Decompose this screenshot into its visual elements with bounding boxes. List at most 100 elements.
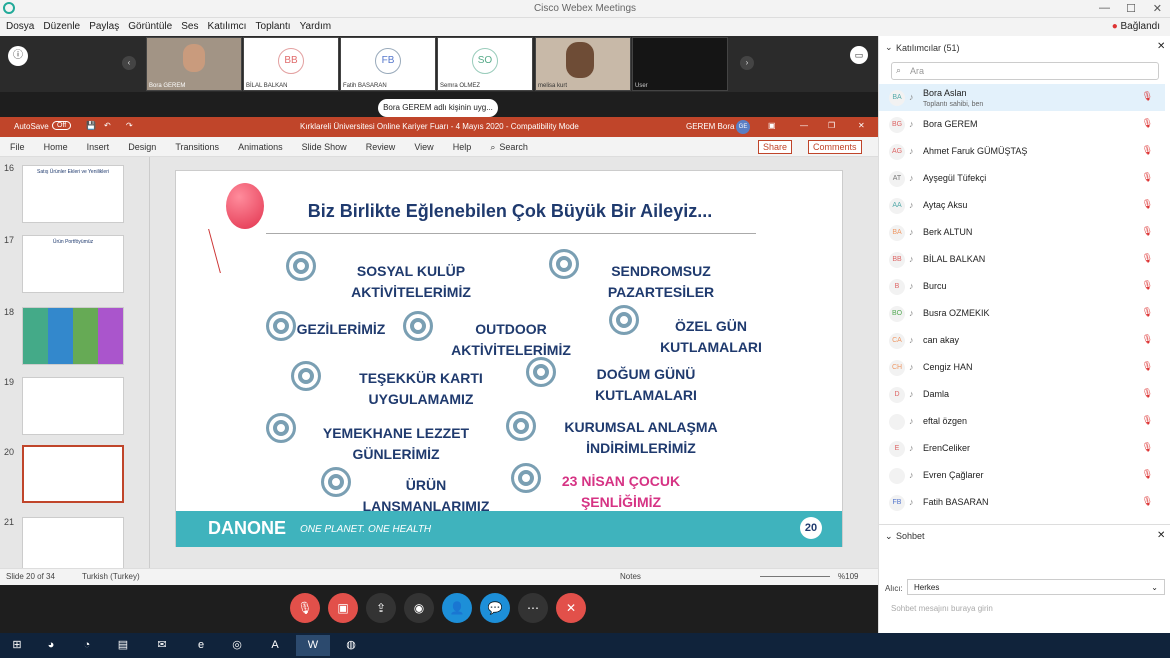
slide-thumb[interactable]: Satış Ürünler Ekleri ve Yenilikleri [22, 165, 124, 223]
redo-icon[interactable]: ↷ [126, 121, 133, 130]
share-screen-button[interactable]: ⇪ [366, 593, 396, 623]
ribbon-search[interactable]: Search [499, 137, 528, 157]
participant-row[interactable]: FB ♪ Fatih BASARAN 🎙 [879, 489, 1165, 516]
maximize-icon[interactable]: ☐ [1126, 2, 1136, 15]
collapse-icon[interactable]: ⌄ [885, 531, 893, 542]
scroll-right-icon[interactable]: › [740, 56, 754, 70]
participant-row[interactable]: BA ♪ Bora Aslan Toplantı sahibi, ben 🎙 [879, 84, 1165, 111]
layout-icon[interactable]: ▭ [850, 46, 868, 64]
participants-header[interactable]: Katılımcılar (51) [896, 43, 960, 53]
participant-row[interactable]: ♪ eftal özgen 🎙 [879, 408, 1165, 435]
start-icon[interactable]: ⊞ [0, 635, 34, 656]
video-tile[interactable]: FB Fatih BASARAN [340, 37, 436, 91]
participant-row[interactable]: BA ♪ Berk ALTUN 🎙 [879, 219, 1165, 246]
participant-row[interactable]: BG ♪ Bora GEREM 🎙 [879, 111, 1165, 138]
chat-header[interactable]: Sohbet [896, 531, 925, 541]
tab-view[interactable]: View [414, 137, 433, 157]
muted-mic-icon[interactable]: 🎙 [1142, 226, 1153, 237]
slide-thumb[interactable] [22, 377, 124, 435]
muted-mic-icon[interactable]: 🎙 [1142, 118, 1153, 129]
muted-mic-icon[interactable]: 🎙 [1142, 388, 1153, 399]
menu-item[interactable]: Ses [181, 18, 198, 36]
muted-mic-icon[interactable]: 🎙 [1142, 253, 1153, 264]
share-banner[interactable]: Bora GEREM adlı kişinin uyg... [378, 99, 498, 117]
participant-row[interactable]: CH ♪ Cengiz HAN 🎙 [879, 354, 1165, 381]
close-chat-icon[interactable]: ✕ [1157, 530, 1165, 541]
video-tile[interactable]: BB BİLAL BALKAN [243, 37, 339, 91]
zoom-level[interactable]: %109 [838, 572, 858, 581]
close-icon[interactable]: ✕ [858, 121, 865, 130]
info-icon[interactable]: ⓘ [8, 46, 28, 66]
record-button[interactable]: ◉ [404, 593, 434, 623]
participant-row[interactable]: E ♪ ErenCeliker 🎙 [879, 435, 1165, 462]
muted-mic-icon[interactable]: 🎙 [1142, 172, 1153, 183]
participant-row[interactable]: AT ♪ Ayşegül Tüfekçi 🎙 [879, 165, 1165, 192]
menu-item[interactable]: Yardım [300, 18, 332, 36]
muted-mic-icon[interactable]: 🎙 [1142, 442, 1153, 453]
tab-insert[interactable]: Insert [87, 137, 110, 157]
muted-mic-icon[interactable]: 🎙 [1142, 91, 1153, 102]
participant-row[interactable]: D ♪ Damla 🎙 [879, 381, 1165, 408]
menu-item[interactable]: Dosya [6, 18, 34, 36]
whatsapp-icon[interactable]: ◍ [334, 635, 368, 656]
slide-thumb-active[interactable] [22, 445, 124, 503]
search-icon[interactable]: ⌕ [490, 137, 495, 157]
language[interactable]: Turkish (Turkey) [82, 572, 140, 581]
chat-button[interactable]: 💬 [480, 593, 510, 623]
menu-item[interactable]: Düzenle [43, 18, 80, 36]
leave-button[interactable]: ✕ [556, 593, 586, 623]
menu-item[interactable]: Katılımcı [208, 18, 247, 36]
participant-row[interactable]: CA ♪ can akay 🎙 [879, 327, 1165, 354]
outlook-icon[interactable]: ✉ [145, 635, 179, 656]
video-tile[interactable]: Bora GEREM [146, 37, 242, 91]
tab-slideshow[interactable]: Slide Show [302, 137, 347, 157]
tab-design[interactable]: Design [128, 137, 156, 157]
muted-mic-icon[interactable]: 🎙 [1142, 307, 1153, 318]
edge-icon[interactable]: e [184, 635, 218, 656]
menu-item[interactable]: Görüntüle [128, 18, 172, 36]
slide-thumb[interactable] [22, 307, 124, 365]
video-tile[interactable]: SO Semra OLMEZ [437, 37, 533, 91]
restore-icon[interactable]: ❐ [828, 121, 835, 130]
tab-animations[interactable]: Animations [238, 137, 283, 157]
menu-item[interactable]: Toplantı [256, 18, 291, 36]
participant-row[interactable]: BB ♪ BİLAL BALKAN 🎙 [879, 246, 1165, 273]
chat-input[interactable]: Sohbet mesajını buraya girin [891, 604, 993, 613]
close-icon[interactable]: ✕ [1157, 41, 1165, 52]
account-name[interactable]: GEREM Bora [686, 122, 734, 131]
webex-icon[interactable]: ◎ [220, 635, 254, 656]
tab-review[interactable]: Review [366, 137, 396, 157]
more-button[interactable]: ⋯ [518, 593, 548, 623]
video-button[interactable]: ▣ [328, 593, 358, 623]
search-input[interactable]: Ara [910, 66, 924, 76]
share-button[interactable]: Share [758, 140, 793, 154]
tab-file[interactable]: File [10, 137, 25, 157]
zoom-slider[interactable] [760, 576, 830, 577]
participants-button[interactable]: 👤 [442, 593, 472, 623]
muted-mic-icon[interactable]: 🎙 [1142, 415, 1153, 426]
word-icon[interactable]: W [296, 635, 330, 656]
ribbon-display-icon[interactable]: ▣ [768, 121, 776, 130]
muted-mic-icon[interactable]: 🎙 [1142, 469, 1153, 480]
save-icon[interactable]: 💾 [86, 121, 96, 130]
firefox-icon[interactable]: ◔ [70, 635, 104, 656]
search-field[interactable]: ⌕ Ara [891, 62, 1159, 80]
participant-row[interactable]: ♪ Evren Çağlarer 🎙 [879, 462, 1165, 489]
mute-button[interactable]: 🎙 [290, 593, 320, 623]
muted-mic-icon[interactable]: 🎙 [1142, 361, 1153, 372]
video-tile[interactable]: melisa kurt [535, 37, 631, 91]
undo-icon[interactable]: ↶ [104, 121, 111, 130]
participant-row[interactable]: AA ♪ Aytaç Aksu 🎙 [879, 192, 1165, 219]
participant-row[interactable]: B ♪ Burcu 🎙 [879, 273, 1165, 300]
muted-mic-icon[interactable]: 🎙 [1142, 280, 1153, 291]
minimize-icon[interactable]: — [1099, 2, 1110, 14]
muted-mic-icon[interactable]: 🎙 [1142, 496, 1153, 507]
comments-button[interactable]: Comments [808, 140, 862, 154]
account-avatar[interactable]: GE [736, 120, 750, 134]
muted-mic-icon[interactable]: 🎙 [1142, 199, 1153, 210]
slide-thumb[interactable] [22, 517, 124, 575]
minimize-icon[interactable]: — [800, 121, 808, 130]
file-explorer-icon[interactable]: ▤ [106, 635, 140, 656]
muted-mic-icon[interactable]: 🎙 [1142, 334, 1153, 345]
slide-thumb[interactable]: Ürün Portföyümüz [22, 235, 124, 293]
